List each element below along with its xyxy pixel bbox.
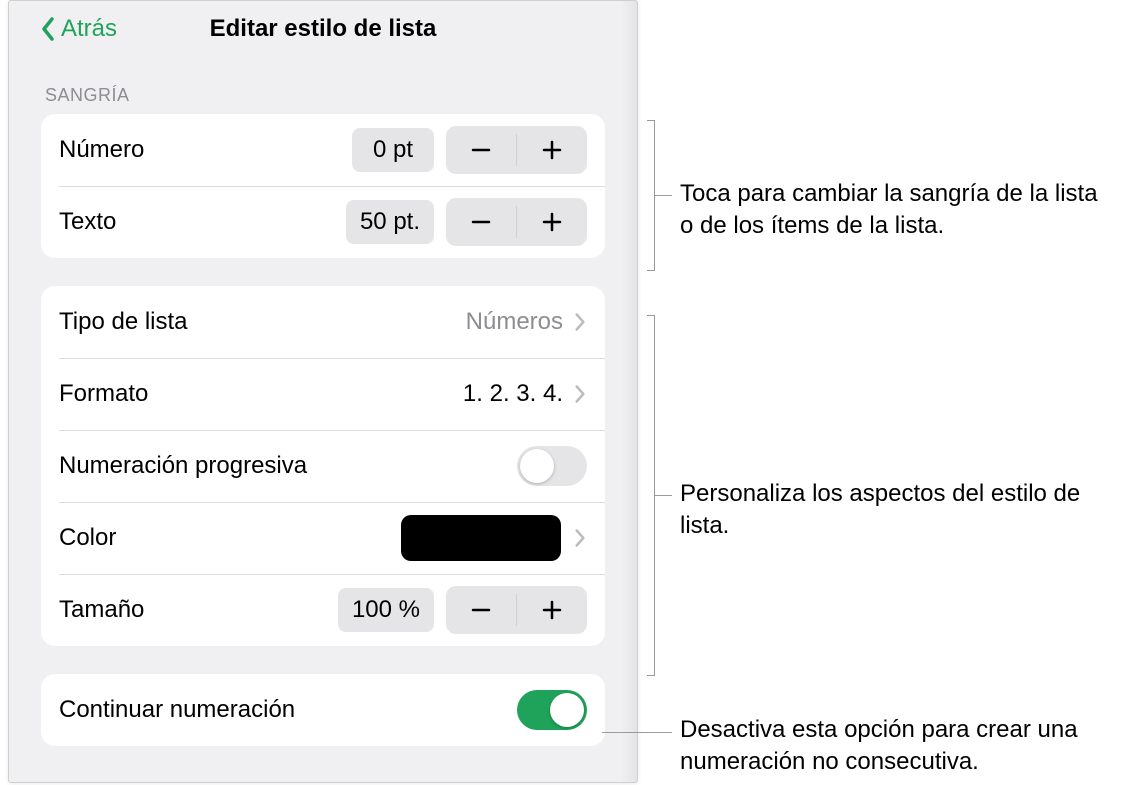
callout-continuar: Desactiva esta opción para crear una num… — [680, 714, 1120, 779]
row-tamano: Tamaño 100 % — [41, 574, 605, 646]
numero-stepper — [446, 126, 587, 174]
row-formato[interactable]: Formato 1. 2. 3. 4. — [41, 358, 605, 430]
numero-label: Número — [59, 136, 352, 164]
estilo-card: Tipo de lista Números Formato 1. 2. 3. 4… — [41, 286, 605, 646]
panel-title: Editar estilo de lista — [210, 15, 437, 43]
tamano-label: Tamaño — [59, 596, 338, 624]
tipo-lista-value: Números — [466, 308, 563, 336]
row-color[interactable]: Color — [41, 502, 605, 574]
color-swatch — [401, 515, 561, 561]
continuar-card: Continuar numeración — [41, 674, 605, 746]
row-tipo-lista[interactable]: Tipo de lista Números — [41, 286, 605, 358]
tamano-stepper — [446, 586, 587, 634]
texto-increment-button[interactable] — [517, 198, 587, 246]
texto-stepper — [446, 198, 587, 246]
texto-decrement-button[interactable] — [446, 198, 516, 246]
formato-value: 1. 2. 3. 4. — [463, 380, 563, 408]
color-label: Color — [59, 524, 401, 552]
panel-header: Atrás Editar estilo de lista — [27, 1, 619, 57]
row-numeracion-progresiva: Numeración progresiva — [41, 430, 605, 502]
prog-toggle[interactable] — [517, 446, 587, 486]
section-header-sangria: SANGRÍA — [27, 57, 619, 114]
callout-sangria: Toca para cambiar la sangría de la lista… — [680, 178, 1110, 243]
chevron-right-icon — [573, 310, 587, 334]
sangria-card: Número 0 pt Texto 50 pt. — [41, 114, 605, 258]
callout-estilo: Personaliza los aspectos del estilo de l… — [680, 478, 1100, 543]
row-numero: Número 0 pt — [41, 114, 605, 186]
tamano-value[interactable]: 100 % — [338, 588, 434, 632]
prog-label: Numeración progresiva — [59, 452, 517, 480]
tipo-lista-label: Tipo de lista — [59, 308, 466, 336]
numero-value[interactable]: 0 pt — [352, 128, 434, 172]
continuar-toggle[interactable] — [517, 690, 587, 730]
back-label: Atrás — [61, 15, 117, 43]
row-texto: Texto 50 pt. — [41, 186, 605, 258]
formato-label: Formato — [59, 380, 463, 408]
chevron-right-icon — [573, 526, 587, 550]
callout-leader — [602, 732, 672, 733]
chevron-left-icon — [39, 15, 57, 43]
toggle-knob — [550, 693, 584, 727]
chevron-right-icon — [573, 382, 587, 406]
callout-leader — [654, 495, 672, 496]
tamano-decrement-button[interactable] — [446, 586, 516, 634]
tamano-increment-button[interactable] — [517, 586, 587, 634]
edit-list-style-panel: Atrás Editar estilo de lista SANGRÍA Núm… — [8, 0, 638, 783]
callout-leader — [654, 195, 672, 196]
texto-value[interactable]: 50 pt. — [346, 200, 434, 244]
toggle-knob — [520, 449, 554, 483]
numero-decrement-button[interactable] — [446, 126, 516, 174]
numero-increment-button[interactable] — [517, 126, 587, 174]
texto-label: Texto — [59, 208, 346, 236]
continuar-label: Continuar numeración — [59, 696, 517, 724]
back-button[interactable]: Atrás — [39, 1, 117, 57]
row-continuar-numeracion: Continuar numeración — [41, 674, 605, 746]
